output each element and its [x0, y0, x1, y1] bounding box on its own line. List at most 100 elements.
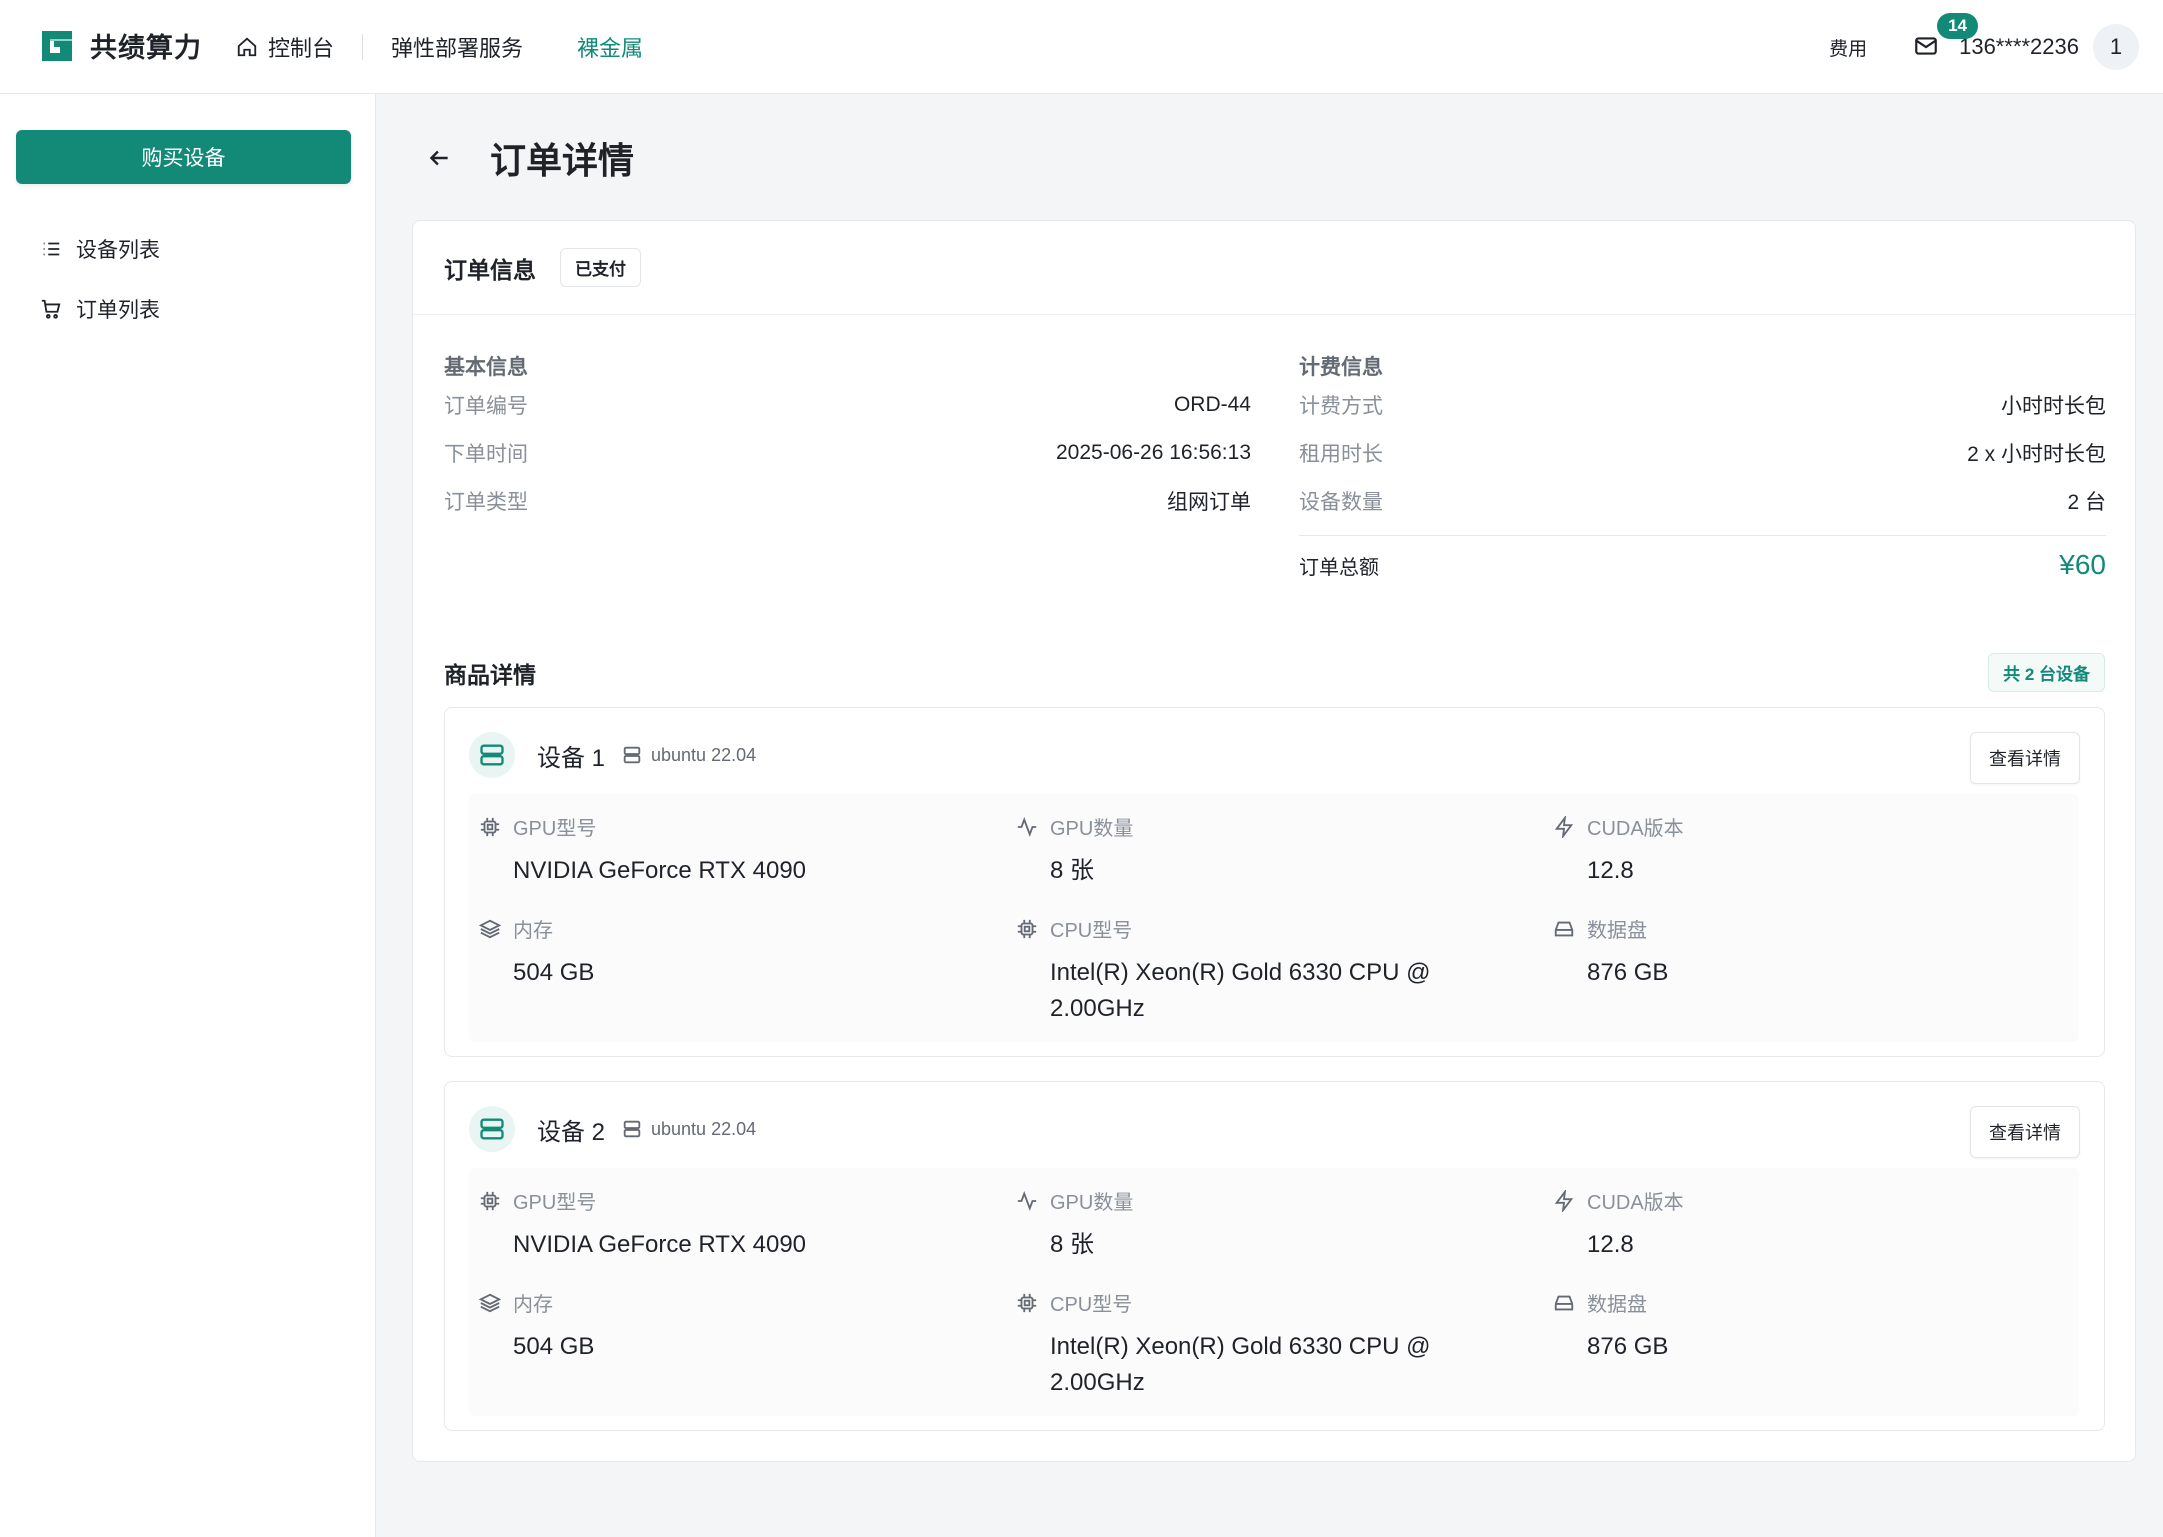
cpu-icon: [1017, 919, 1037, 938]
spec-memory: 内存 504 GB: [479, 914, 979, 991]
order-time-row: 下单时间 2025-06-26 16:56:13: [444, 429, 1251, 477]
page-title: 订单详情: [490, 140, 635, 181]
page-title-row: 订单详情: [426, 132, 634, 184]
spec-value: Intel(R) Xeon(R) Gold 6330 CPU @ 2.00GHz: [1050, 959, 1431, 1022]
nav-elastic-label: 弹性部署服务: [391, 36, 524, 61]
sidebar: 购买设备 设备列表 订单列表: [0, 94, 376, 1537]
mail-icon: [1915, 37, 1937, 55]
os-info: ubuntu 22.04: [621, 1118, 756, 1140]
home-icon: [237, 37, 257, 57]
nav-baremetal[interactable]: 裸金属: [577, 31, 643, 63]
nav-elastic[interactable]: 弹性部署服务: [391, 31, 523, 63]
sidebar-item-label: 设备列表: [76, 239, 160, 262]
server-icon: [469, 732, 515, 778]
rent-duration-label: 租用时长: [1299, 443, 1383, 466]
spec-label: 内存: [513, 920, 553, 942]
spec-value: 12.8: [1587, 1231, 1634, 1258]
avatar[interactable]: 1: [2093, 24, 2139, 70]
spec-value: 876 GB: [1587, 1333, 1669, 1360]
brand-mark-icon: [42, 30, 72, 61]
order-number-value: ORD-44: [1173, 393, 1251, 416]
spec-label: GPU数量: [1050, 1192, 1134, 1214]
nav-divider: [362, 34, 364, 60]
spec-value: 8 张: [1050, 857, 1095, 884]
order-time-value: 2025-06-26 16:56:13: [1056, 441, 1251, 464]
layers-icon: [479, 1293, 501, 1312]
mail-button[interactable]: 14: [1913, 13, 1979, 61]
list-icon: [43, 242, 60, 256]
top-nav: 控制台 弹性部署服务 裸金属: [236, 0, 643, 94]
spec-label: CUDA版本: [1587, 1192, 1684, 1214]
basic-info: 基本信息 订单编号 ORD-44 下单时间 2025-06-26 16:56:13 …: [444, 345, 1251, 525]
order-number-label: 订单编号: [444, 395, 528, 418]
billing-method-value: 小时时长包: [2001, 395, 2106, 418]
spec-value: 504 GB: [513, 959, 595, 986]
order-time-label: 下单时间: [444, 443, 528, 466]
top-header: 共绩算力 控制台 弹性部署服务 裸金属 费用 14 136****2236 1: [0, 0, 2163, 94]
chip-icon: [480, 817, 500, 836]
billing-method-row: 计费方式 小时时长包: [1299, 381, 2106, 429]
sidebar-item-label: 订单列表: [76, 299, 160, 322]
back-arrow-icon[interactable]: [426, 145, 452, 171]
order-type-value: 组网订单: [1167, 491, 1251, 514]
nav-console[interactable]: 控制台: [236, 31, 334, 63]
spec-value: NVIDIA GeForce RTX 4090: [513, 1231, 807, 1258]
order-number-row: 订单编号 ORD-44: [444, 381, 1251, 429]
spec-value: NVIDIA GeForce RTX 4090: [513, 857, 807, 884]
cpu-icon: [1017, 1293, 1037, 1312]
order-type-row: 订单类型 组网订单: [444, 477, 1251, 525]
spec-grid: GPU型号 NVIDIA GeForce RTX 4090 GPU数量 8 张 …: [469, 794, 2079, 1042]
view-details-button[interactable]: 查看详情: [1970, 1106, 2080, 1158]
spec-label: CPU型号: [1050, 1294, 1133, 1316]
order-total-value: ¥60: [2059, 549, 2106, 580]
os-info: ubuntu 22.04: [621, 744, 756, 766]
spec-disk: 数据盘 876 GB: [1553, 1288, 2053, 1365]
nav-console-label: 控制台: [268, 36, 335, 61]
os-label: ubuntu 22.04: [651, 744, 757, 765]
chip-icon: [480, 1191, 500, 1210]
spec-cuda: CUDA版本 12.8: [1553, 1186, 2053, 1263]
buy-device-button[interactable]: 购买设备: [16, 130, 351, 184]
os-label: ubuntu 22.04: [651, 1118, 757, 1139]
spec-value: 12.8: [1587, 857, 1634, 884]
hard-drive-icon: [623, 1120, 641, 1138]
billing-info: 计费信息 计费方式 小时时长包 租用时长 2 x 小时时长包 设备数量 2 台 订单总…: [1299, 345, 2106, 594]
spec-label: GPU型号: [513, 818, 597, 840]
mail-count-badge: 14: [1937, 13, 1979, 39]
hard-drive-icon: [623, 746, 641, 764]
device-count-label: 设备数量: [1299, 491, 1383, 514]
spec-label: GPU数量: [1050, 818, 1134, 840]
spec-label: GPU型号: [513, 1192, 597, 1214]
device-card-2: 设备 2 ubuntu 22.04 查看详情 GPU型号 NVIDIA GeFo…: [444, 1081, 2105, 1431]
device-header: 设备 1 ubuntu 22.04: [469, 732, 756, 778]
device-count-row: 设备数量 2 台: [1299, 477, 2106, 525]
order-total-row: 订单总额 ¥60: [1299, 536, 2106, 594]
disk-icon: [1554, 921, 1574, 936]
activity-icon: [1017, 1190, 1037, 1211]
sidebar-item-order-list[interactable]: 订单列表: [40, 294, 160, 324]
spec-gpu-model: GPU型号 NVIDIA GeForce RTX 4090: [479, 1186, 979, 1263]
order-info-title: 订单信息: [444, 256, 536, 283]
billing-info-label: 计费信息: [1299, 356, 1383, 379]
spec-label: 内存: [513, 1294, 553, 1316]
device-count-value: 2 台: [2067, 491, 2106, 514]
server-icon: [469, 1106, 515, 1152]
spec-value: 876 GB: [1587, 959, 1669, 986]
zap-icon: [1554, 815, 1574, 838]
view-details-button[interactable]: 查看详情: [1970, 732, 2080, 784]
spec-label: CPU型号: [1050, 920, 1133, 942]
device-name: 设备 2: [537, 1118, 606, 1146]
fee-link[interactable]: 费用: [1829, 34, 1867, 61]
brand-logo[interactable]: 共绩算力: [38, 26, 202, 65]
spec-label: 数据盘: [1587, 920, 1647, 942]
nav-baremetal-label: 裸金属: [577, 36, 644, 61]
sidebar-item-device-list[interactable]: 设备列表: [40, 234, 160, 264]
goods-header: 商品详情 共 2 台设备: [444, 653, 2105, 692]
spec-disk: 数据盘 876 GB: [1553, 914, 2053, 991]
basic-info-label: 基本信息: [444, 356, 528, 379]
user-phone[interactable]: 136****2236: [1959, 34, 2079, 60]
spec-gpu-count: GPU数量 8 张: [1016, 812, 1516, 889]
disk-icon: [1554, 1295, 1574, 1310]
spec-label: 数据盘: [1587, 1294, 1647, 1316]
spec-cpu: CPU型号 Intel(R) Xeon(R) Gold 6330 CPU @ 2…: [1016, 914, 1516, 1027]
